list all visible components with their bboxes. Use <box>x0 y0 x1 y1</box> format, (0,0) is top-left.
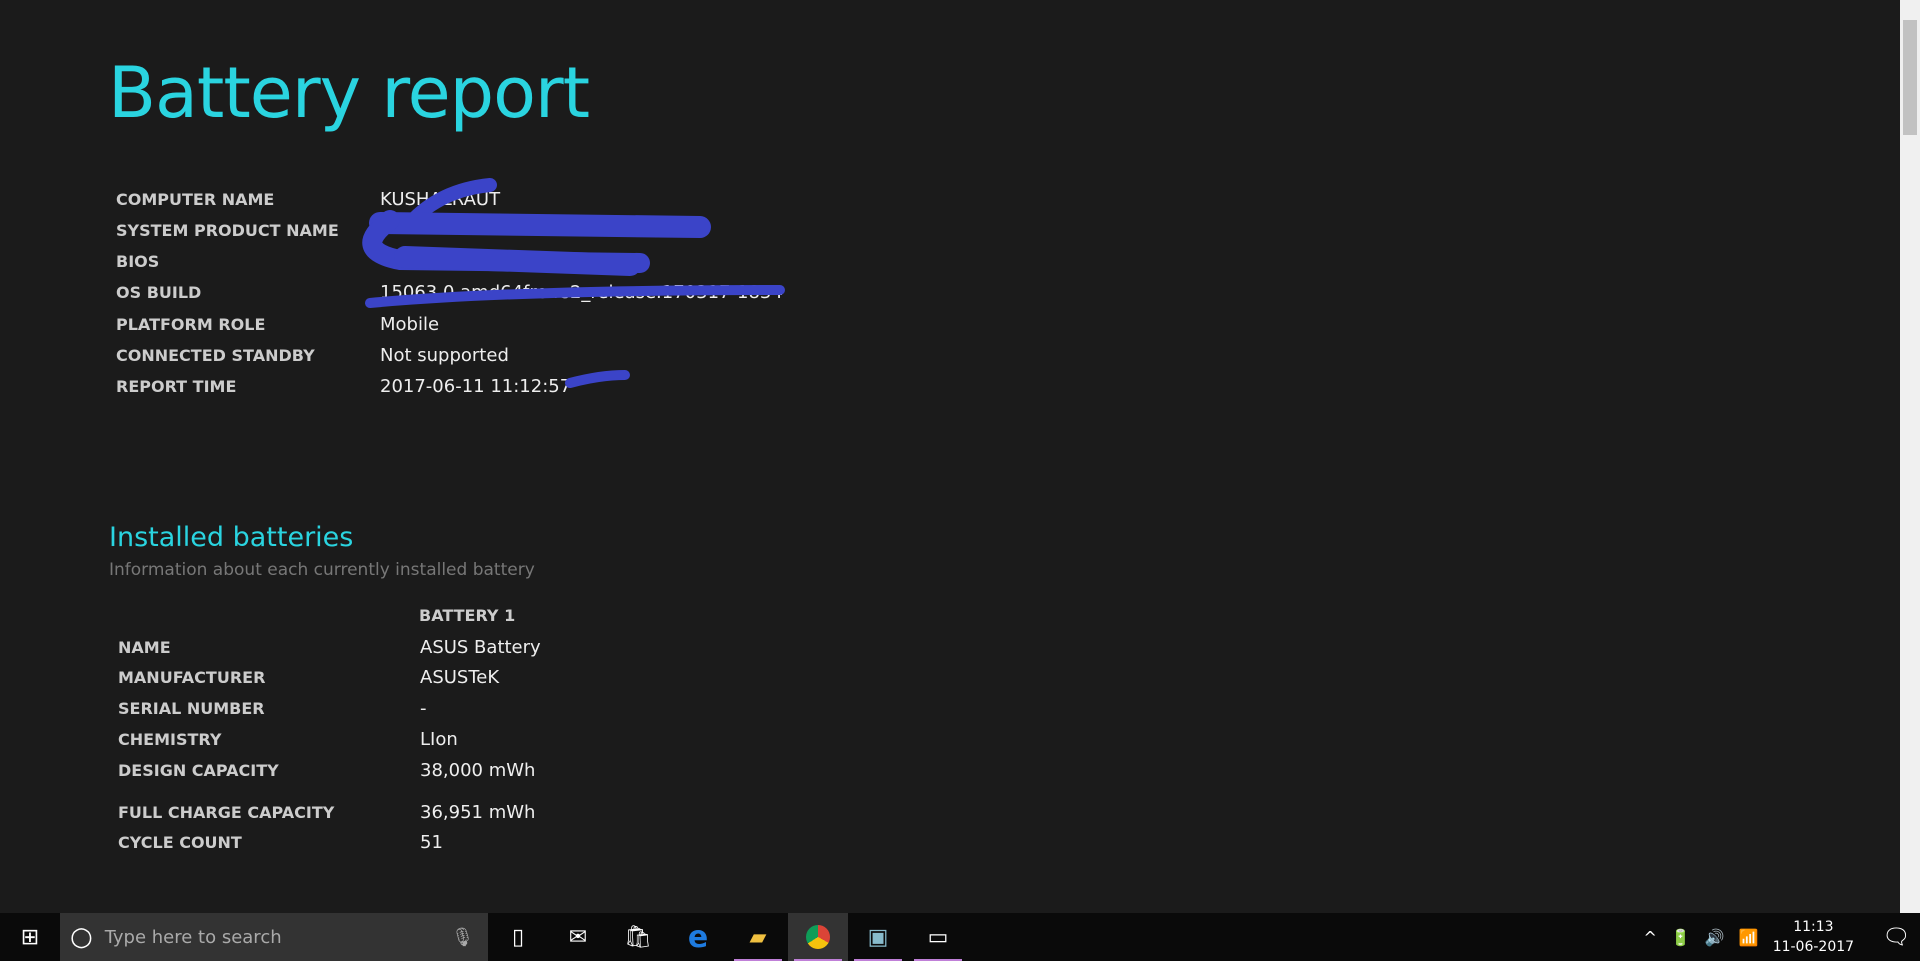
battery-value: LIon <box>420 728 458 750</box>
edge-icon: e <box>687 919 709 955</box>
battery-label: MANUFACTURER <box>118 667 266 687</box>
mail-button[interactable]: ✉ <box>548 913 608 961</box>
battery-value: 38,000 mWh <box>420 759 536 781</box>
info-label: PLATFORM ROLE <box>116 314 266 334</box>
start-button[interactable]: ⊞ <box>0 913 60 961</box>
folder-icon: ▰ <box>749 924 767 950</box>
battery-charging-icon[interactable]: 🔋 <box>1671 928 1691 947</box>
battery-label: CHEMISTRY <box>118 729 222 749</box>
wifi-icon[interactable]: 📶 <box>1739 928 1759 947</box>
page-title: Battery report <box>108 52 590 134</box>
battery-row: SERIAL NUMBER - <box>118 696 427 720</box>
store-button[interactable]: 🛍 <box>608 913 668 961</box>
battery-value: 36,951 mWh <box>420 801 536 823</box>
microphone-icon[interactable]: 🎙 <box>451 927 474 948</box>
info-value: KUSHALRAUT <box>380 188 501 210</box>
info-label: OS BUILD <box>116 282 202 302</box>
store-icon: 🛍 <box>624 924 652 950</box>
installed-batteries-heading: Installed batteries <box>109 522 354 553</box>
battery-label: FULL CHARGE CAPACITY <box>118 802 335 822</box>
info-value: Mobile <box>380 313 440 335</box>
search-placeholder: Type here to search <box>104 926 282 948</box>
battery-row: DESIGN CAPACITY 38,000 mWh <box>118 758 535 782</box>
cortana-icon: ○ <box>70 922 93 952</box>
battery-row: NAME ASUS Battery <box>118 635 541 659</box>
scrollbar-thumb[interactable] <box>1903 20 1917 135</box>
clock[interactable]: 11:13 11-06-2017 <box>1773 917 1854 957</box>
chevron-up-icon[interactable]: ^ <box>1644 928 1657 947</box>
info-label: REPORT TIME <box>116 376 237 396</box>
edge-button[interactable]: e <box>668 913 728 961</box>
battery-label: NAME <box>118 637 171 657</box>
recorder-app-button[interactable]: ▣ <box>848 913 908 961</box>
taskbar: ⊞ ○ Type here to search 🎙 ▯ ✉ 🛍 e ▰ ▣ ▭ … <box>0 913 1920 961</box>
battery-label: CYCLE COUNT <box>118 832 242 852</box>
volume-icon[interactable]: 🔊 <box>1705 928 1725 947</box>
system-info-row: REPORT TIME 2017-06-11 11:12:57 <box>116 374 571 398</box>
clock-time: 11:13 <box>1793 919 1834 935</box>
system-info-row: OS BUILD 15063.0.amd64fre.rs2_release.170… <box>116 280 783 304</box>
battery-row: FULL CHARGE CAPACITY 36,951 mWh <box>118 800 535 824</box>
info-label: BIOS <box>116 251 160 271</box>
system-info-row: CONNECTED STANDBY Not supported <box>116 343 509 367</box>
search-box[interactable]: ○ Type here to search 🎙 <box>60 913 488 961</box>
info-label: SYSTEM PRODUCT NAME <box>116 220 339 240</box>
battery-value: - <box>420 697 427 719</box>
info-value: 2017-06-11 11:12:57 <box>380 375 572 397</box>
system-info-row: COMPUTER NAME KUSHALRAUT <box>116 187 500 211</box>
battery-column-header: BATTERY 1 <box>419 606 516 625</box>
info-value: Not supported <box>380 344 509 366</box>
file-explorer-button[interactable]: ▰ <box>728 913 788 961</box>
mail-icon: ✉ <box>568 924 588 950</box>
command-prompt-button[interactable]: ▭ <box>908 913 968 961</box>
battery-value: 51 <box>420 831 443 853</box>
chrome-button[interactable] <box>788 913 848 961</box>
task-view-button[interactable]: ▯ <box>488 913 548 961</box>
battery-label: DESIGN CAPACITY <box>118 760 279 780</box>
chrome-icon <box>806 925 830 949</box>
battery-value: ASUSTeK <box>420 666 500 688</box>
installed-batteries-subtitle: Information about each currently install… <box>109 560 535 580</box>
info-label: COMPUTER NAME <box>116 189 275 209</box>
system-info-row: SYSTEM PRODUCT NAME <box>116 218 380 242</box>
info-label: CONNECTED STANDBY <box>116 345 315 365</box>
battery-value: ASUS Battery <box>420 636 541 658</box>
battery-label: SERIAL NUMBER <box>118 698 265 718</box>
battery-row: CYCLE COUNT 51 <box>118 830 443 854</box>
battery-row: CHEMISTRY LIon <box>118 727 458 751</box>
app-icon: ▣ <box>867 924 889 950</box>
action-center-icon[interactable]: 🗨 <box>1882 925 1910 950</box>
system-info-row: PLATFORM ROLE Mobile <box>116 312 439 336</box>
scrollbar[interactable] <box>1900 0 1920 913</box>
windows-icon: ⊞ <box>20 924 40 950</box>
task-view-icon: ▯ <box>511 924 525 950</box>
clock-date: 11-06-2017 <box>1772 939 1855 955</box>
info-value: 15063.0.amd64fre.rs2_release.170317-1834 <box>380 281 783 303</box>
battery-row: MANUFACTURER ASUSTeK <box>118 665 499 689</box>
terminal-icon: ▭ <box>927 924 949 950</box>
system-info-row: BIOS <box>116 249 380 273</box>
